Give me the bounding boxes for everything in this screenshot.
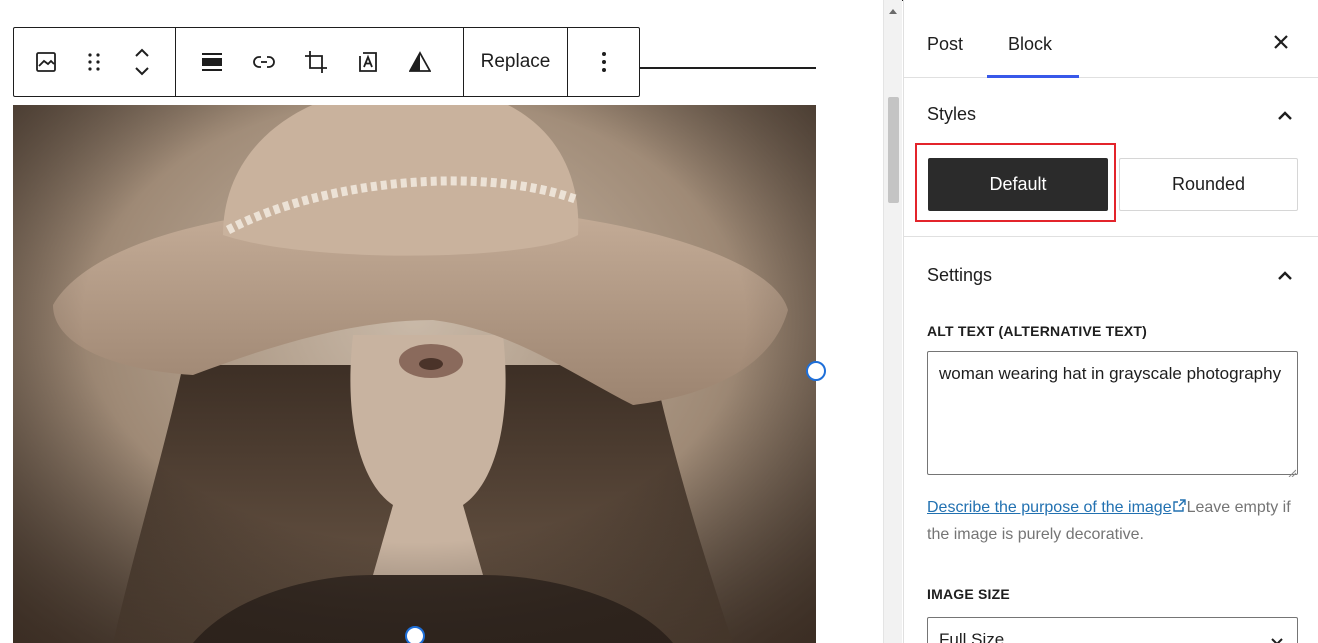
alt-text-field[interactable]: woman wearing hat in grayscale photograp… bbox=[927, 351, 1298, 475]
drag-handle-button[interactable] bbox=[74, 28, 114, 96]
resize-grip-icon[interactable] bbox=[1288, 464, 1297, 482]
editor-scrollbar[interactable] bbox=[883, 0, 902, 643]
styles-heading[interactable]: Styles bbox=[927, 104, 976, 125]
move-up-down-icon bbox=[134, 47, 150, 77]
styles-collapse-button[interactable] bbox=[1277, 108, 1295, 120]
settings-heading[interactable]: Settings bbox=[927, 265, 992, 286]
move-up-down-button[interactable] bbox=[122, 28, 162, 96]
settings-sidebar: Post Block Styles Default Rounded Settin… bbox=[903, 0, 1318, 643]
more-options-icon bbox=[601, 51, 607, 73]
link-icon bbox=[253, 55, 275, 69]
crop-button[interactable] bbox=[290, 28, 342, 96]
settings-collapse-button[interactable] bbox=[1277, 268, 1295, 280]
block-type-button[interactable] bbox=[26, 28, 66, 96]
tab-block[interactable]: Block bbox=[1008, 34, 1052, 55]
style-rounded-button[interactable]: Rounded bbox=[1119, 158, 1298, 211]
more-options-button[interactable] bbox=[568, 28, 639, 96]
image-icon bbox=[35, 51, 57, 73]
close-sidebar-button[interactable] bbox=[1269, 30, 1293, 54]
describe-purpose-link[interactable]: Describe the purpose of the image bbox=[927, 499, 1172, 516]
toolbar-group-tools bbox=[176, 28, 464, 96]
align-icon bbox=[201, 51, 223, 73]
photo-woman-hat bbox=[13, 105, 816, 643]
link-button[interactable] bbox=[238, 28, 290, 96]
toolbar-group-replace: Replace bbox=[464, 28, 568, 96]
panel-divider bbox=[904, 236, 1318, 237]
resize-handle-bottom[interactable] bbox=[405, 626, 425, 643]
toolbar-group-more bbox=[568, 28, 639, 96]
block-placeholder-line bbox=[640, 67, 816, 69]
style-default-button[interactable]: Default bbox=[928, 158, 1108, 211]
image-size-label: IMAGE SIZE bbox=[927, 586, 1010, 602]
image-size-select[interactable]: Full Size bbox=[927, 617, 1298, 643]
chevron-down-icon bbox=[1270, 633, 1284, 643]
crop-icon bbox=[304, 50, 328, 74]
image-block[interactable] bbox=[13, 105, 816, 643]
drag-handle-icon bbox=[87, 52, 101, 72]
tab-post[interactable]: Post bbox=[927, 34, 963, 55]
resize-handle-right[interactable] bbox=[806, 361, 826, 381]
text-overlay-icon bbox=[357, 51, 379, 73]
active-tab-indicator bbox=[987, 75, 1079, 78]
scroll-up-icon[interactable] bbox=[889, 9, 897, 14]
toolbar-group-block bbox=[14, 28, 176, 96]
align-button[interactable] bbox=[186, 28, 238, 96]
alt-text-help: Describe the purpose of the image Leave e… bbox=[927, 494, 1302, 548]
alt-text-label: ALT TEXT (ALTERNATIVE TEXT) bbox=[927, 323, 1148, 339]
duotone-icon bbox=[409, 51, 431, 73]
sidebar-tabs: Post Block bbox=[904, 0, 1318, 78]
duotone-button[interactable] bbox=[394, 28, 446, 96]
text-overlay-button[interactable] bbox=[342, 28, 394, 96]
chevron-up-icon bbox=[1277, 108, 1293, 125]
image-size-value: Full Size bbox=[939, 630, 1005, 643]
chevron-up-icon bbox=[1277, 268, 1293, 285]
external-link-icon bbox=[1172, 494, 1186, 521]
block-toolbar: Replace bbox=[13, 27, 640, 97]
scroll-thumb[interactable] bbox=[888, 97, 899, 203]
replace-button[interactable]: Replace bbox=[464, 28, 567, 96]
editor-canvas: Replace bbox=[0, 0, 883, 643]
close-icon bbox=[1269, 35, 1293, 58]
